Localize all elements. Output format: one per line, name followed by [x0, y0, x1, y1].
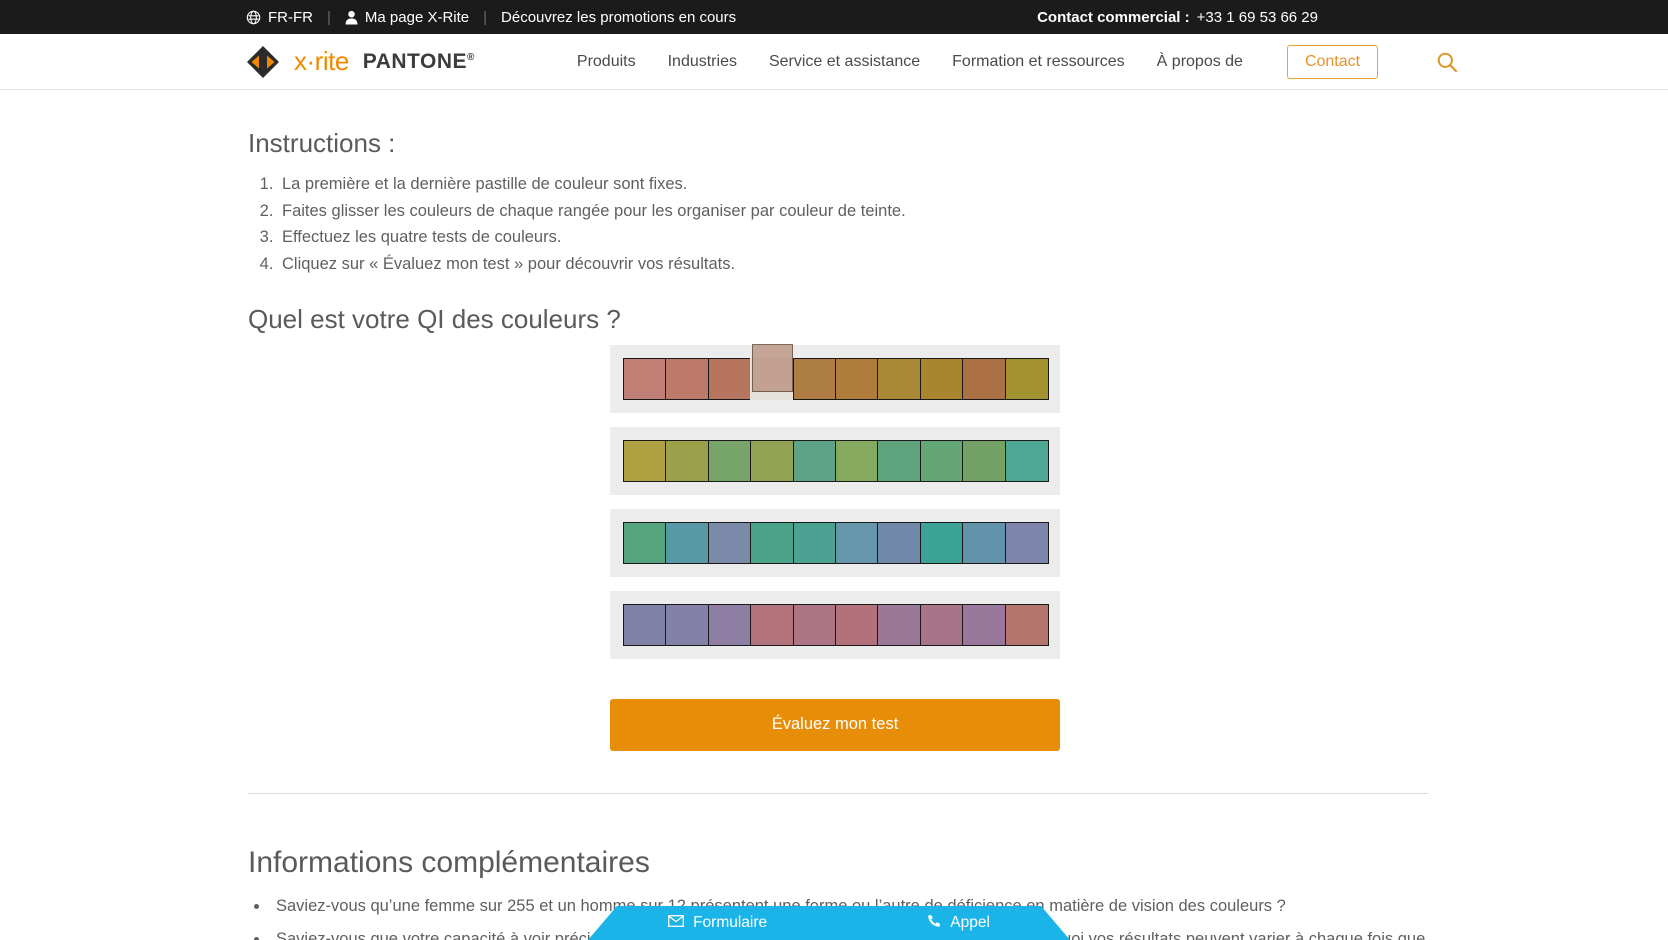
swatch-draggable[interactable] — [919, 603, 964, 646]
utility-bar-left: FR-FR | Ma page X-Rite | Découvrez les p… — [246, 9, 736, 26]
contact-button[interactable]: Contact — [1286, 44, 1379, 79]
instruction-item-2: Faites glisser les couleurs de chaque ra… — [278, 198, 1428, 225]
swatch-draggable[interactable] — [835, 439, 880, 482]
nav-item-service-assistance[interactable]: Service et assistance — [769, 53, 920, 71]
swatch-draggable[interactable] — [750, 521, 795, 564]
pantone-wordmark: PANTONE® — [362, 49, 475, 73]
swatch-draggable[interactable] — [665, 521, 710, 564]
nav-item-produits[interactable]: Produits — [577, 53, 636, 71]
swatch-draggable[interactable] — [707, 603, 752, 646]
swatch-draggable[interactable] — [919, 357, 964, 400]
swatch-draggable[interactable] — [919, 521, 964, 564]
swatch-placeholder — [750, 357, 795, 400]
user-icon — [345, 10, 358, 25]
nav-item-a-propos[interactable]: À propos de — [1157, 53, 1243, 71]
envelope-icon — [668, 914, 685, 932]
row-4-blue-purple-red — [610, 590, 1060, 659]
swatch-draggable[interactable] — [665, 357, 710, 400]
form-button[interactable]: Formulaire — [668, 914, 767, 932]
instructions-title: Instructions : — [248, 128, 396, 158]
evaluate-test-button[interactable]: Évaluez mon test — [610, 698, 1060, 751]
swatch-draggable[interactable] — [962, 439, 1007, 482]
swatch-draggable[interactable] — [962, 521, 1007, 564]
section-divider — [248, 792, 1428, 794]
swatch-draggable[interactable] — [707, 439, 752, 482]
brand-logo[interactable]: x·rite PANTONE® — [246, 45, 475, 79]
xrite-diamond-icon — [246, 45, 280, 79]
site-header: x·rite PANTONE® Produits Industries Serv… — [0, 34, 1668, 90]
swatch-draggable[interactable] — [792, 357, 837, 400]
swatch-draggable[interactable] — [877, 521, 922, 564]
swatch-draggable[interactable] — [835, 521, 880, 564]
instruction-item-4: Cliquez sur « Évaluez mon test » pour dé… — [278, 251, 1428, 278]
swatch-draggable[interactable] — [707, 357, 752, 400]
swatch-draggable[interactable] — [877, 357, 922, 400]
sales-contact-phone[interactable]: +33 1 69 53 66 29 — [1197, 9, 1318, 26]
swatch-fixed — [1004, 439, 1049, 482]
swatch-draggable[interactable] — [750, 603, 795, 646]
pantone-registered-mark: ® — [467, 51, 475, 63]
hue-strip — [623, 357, 1049, 400]
swatch-draggable[interactable] — [665, 439, 710, 482]
swatch-fixed — [623, 603, 667, 646]
promotions-link[interactable]: Découvrez les promotions en cours — [501, 9, 736, 26]
content-wrapper: Instructions : La première et la dernièr… — [248, 128, 1428, 751]
instruction-item-3: Effectuez les quatre tests de couleurs. — [278, 224, 1428, 251]
sales-contact: Contact commercial : +33 1 69 53 66 29 — [1037, 9, 1318, 26]
swatch-draggable[interactable] — [962, 357, 1007, 400]
swatch-draggable[interactable] — [877, 603, 922, 646]
swatch-draggable[interactable] — [792, 439, 837, 482]
swatch-draggable[interactable] — [707, 521, 752, 564]
swatch-draggable[interactable] — [835, 357, 880, 400]
page-body: Instructions : La première et la dernièr… — [0, 128, 1668, 940]
phone-icon — [927, 914, 941, 933]
hue-strip — [623, 439, 1049, 482]
sales-contact-label: Contact commercial : — [1037, 8, 1190, 26]
swatch-draggable[interactable] — [835, 603, 880, 646]
xrite-wordmark: x·rite — [294, 46, 349, 76]
swatch-fixed — [1004, 521, 1049, 564]
main-navigation: Produits Industries Service et assistanc… — [577, 44, 1462, 79]
swatch-fixed — [1004, 603, 1049, 646]
floating-contact-bar: Formulaire Appel — [588, 906, 1070, 940]
call-button[interactable]: Appel — [927, 914, 990, 933]
my-page-label: Ma page X-Rite — [364, 8, 470, 26]
locale-label: FR-FR — [268, 8, 313, 26]
more-info-title: Informations complémentaires — [248, 845, 650, 879]
swatch-draggable[interactable] — [962, 603, 1007, 646]
swatch-draggable[interactable] — [792, 603, 837, 646]
instructions-list: La première et la dernière pastille de c… — [278, 171, 1428, 278]
instruction-item-1: La première et la dernière pastille de c… — [278, 171, 1428, 198]
swatch-draggable[interactable] — [665, 603, 710, 646]
call-label: Appel — [950, 914, 990, 931]
nav-item-formation-ressources[interactable]: Formation et ressources — [952, 53, 1125, 71]
swatch-draggable[interactable] — [919, 439, 964, 482]
swatch-fixed — [623, 357, 667, 400]
swatch-fixed — [623, 521, 667, 564]
form-label: Formulaire — [693, 914, 768, 931]
hue-test-area — [610, 343, 1060, 659]
swatch-fixed — [623, 439, 667, 482]
row-2-yellow-green — [610, 426, 1060, 495]
utility-separator-1: | — [327, 8, 331, 26]
globe-icon — [246, 10, 261, 25]
swatch-draggable[interactable] — [750, 439, 795, 482]
swatch-fixed — [1004, 357, 1049, 400]
hue-strip — [623, 603, 1049, 646]
search-icon[interactable] — [1432, 47, 1462, 77]
swatch-draggable[interactable] — [877, 439, 922, 482]
utility-bar: FR-FR | Ma page X-Rite | Découvrez les p… — [0, 0, 1668, 34]
promotions-label: Découvrez les promotions en cours — [501, 8, 737, 26]
swatch-draggable[interactable] — [792, 521, 837, 564]
locale-selector[interactable]: FR-FR — [246, 9, 313, 26]
row-3-green-blue — [610, 508, 1060, 577]
hue-strip — [623, 521, 1049, 564]
utility-separator-2: | — [483, 8, 488, 26]
nav-item-industries[interactable]: Industries — [668, 53, 737, 71]
row-1-red-orange — [610, 343, 1060, 413]
my-page-link[interactable]: Ma page X-Rite — [345, 9, 469, 26]
quiz-title: Quel est votre QI des couleurs ? — [248, 303, 621, 334]
